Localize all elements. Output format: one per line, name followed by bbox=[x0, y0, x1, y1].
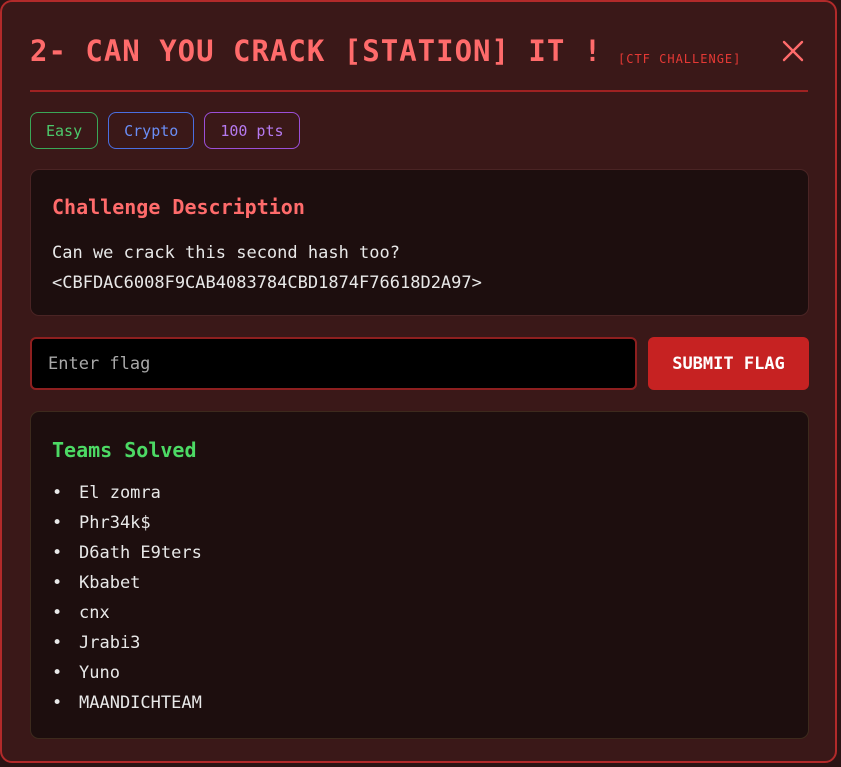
category-badge: Crypto bbox=[108, 112, 195, 149]
bullet: • bbox=[52, 513, 63, 533]
description-card: Challenge Description Can we crack this … bbox=[30, 169, 809, 316]
team-name: Yuno bbox=[79, 663, 120, 683]
team-name: MAANDICHTEAM bbox=[79, 693, 202, 713]
list-item: • cnx bbox=[52, 598, 202, 628]
points-badge: 100 pts bbox=[204, 112, 300, 149]
list-item: • El zomra bbox=[52, 478, 202, 508]
team-name: Phr34k$ bbox=[79, 513, 151, 533]
list-item: • Phr34k$ bbox=[52, 508, 202, 538]
list-item: • D6ath E9ters bbox=[52, 538, 202, 568]
challenge-modal: 2- CAN YOU CRACK [STATION] IT ! [CTF CHA… bbox=[0, 0, 837, 763]
description-line-1: Can we crack this second hash too? bbox=[52, 243, 400, 263]
description-text: Can we crack this second hash too? <CBFD… bbox=[52, 238, 482, 298]
team-name: Kbabet bbox=[79, 573, 141, 593]
flag-input[interactable] bbox=[30, 337, 637, 390]
close-button[interactable] bbox=[780, 38, 806, 64]
bullet: • bbox=[52, 633, 63, 653]
bullet: • bbox=[52, 663, 63, 683]
bullet: • bbox=[52, 693, 63, 713]
teams-solved-list: • El zomra • Phr34k$ • D6ath E9ters • Kbabet… bbox=[52, 478, 202, 718]
bullet: • bbox=[52, 573, 63, 593]
modal-header: 2- CAN YOU CRACK [STATION] IT ! [CTF CHA… bbox=[30, 32, 808, 92]
description-hash: <CBFDAC6008F9CAB4083784CBD1874F76618D2A9… bbox=[52, 273, 482, 293]
close-icon bbox=[782, 40, 804, 62]
difficulty-badge: Easy bbox=[30, 112, 99, 149]
team-name: D6ath E9ters bbox=[79, 543, 202, 563]
list-item: • Jrabi3 bbox=[52, 628, 202, 658]
description-title: Challenge Description bbox=[52, 195, 305, 219]
bullet: • bbox=[52, 603, 63, 623]
list-item: • MAANDICHTEAM bbox=[52, 688, 202, 718]
list-item: • Kbabet bbox=[52, 568, 202, 598]
challenge-subtitle: [CTF CHALLENGE] bbox=[618, 52, 742, 66]
team-name: cnx bbox=[79, 603, 110, 623]
teams-solved-title: Teams Solved bbox=[52, 438, 197, 462]
teams-solved-card: Teams Solved • El zomra • Phr34k$ • D6ath E… bbox=[30, 411, 809, 739]
challenge-tags: Easy Crypto 100 pts bbox=[30, 112, 300, 149]
challenge-title: 2- CAN YOU CRACK [STATION] IT ! bbox=[30, 34, 603, 68]
team-name: Jrabi3 bbox=[79, 633, 141, 653]
bullet: • bbox=[52, 543, 63, 563]
submit-flag-button[interactable]: SUBMIT FLAG bbox=[648, 337, 809, 390]
list-item: • Yuno bbox=[52, 658, 202, 688]
bullet: • bbox=[52, 483, 63, 503]
team-name: El zomra bbox=[79, 483, 161, 503]
